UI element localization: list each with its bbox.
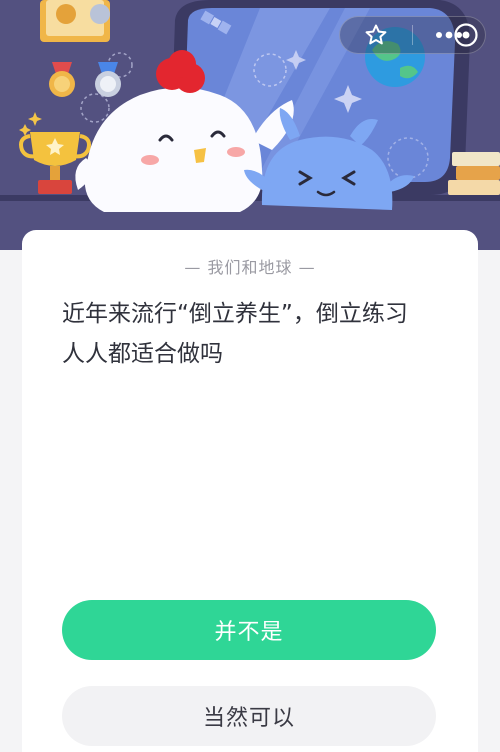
question-text: 近年来流行“倒立养生”，倒立练习 人人都适合做吗	[62, 294, 442, 374]
hero-illustration	[0, 0, 500, 250]
question-card: — 我们和地球 — 近年来流行“倒立养生”，倒立练习 人人都适合做吗 并不是 当…	[22, 230, 478, 752]
close-circle-icon	[454, 23, 478, 47]
category-label: — 我们和地球 —	[184, 258, 316, 277]
star-outline-icon	[365, 24, 387, 45]
answer-option-2-button[interactable]: 当然可以	[62, 686, 436, 746]
answer-option-1-button[interactable]: 并不是	[62, 600, 436, 660]
question-line-1: 近年来流行“倒立养生”，倒立练习	[62, 301, 408, 327]
question-line-2: 人人都适合做吗	[62, 341, 223, 367]
favorite-button[interactable]	[340, 17, 412, 53]
medal-plaque	[40, 0, 110, 42]
close-button[interactable]	[452, 21, 480, 49]
